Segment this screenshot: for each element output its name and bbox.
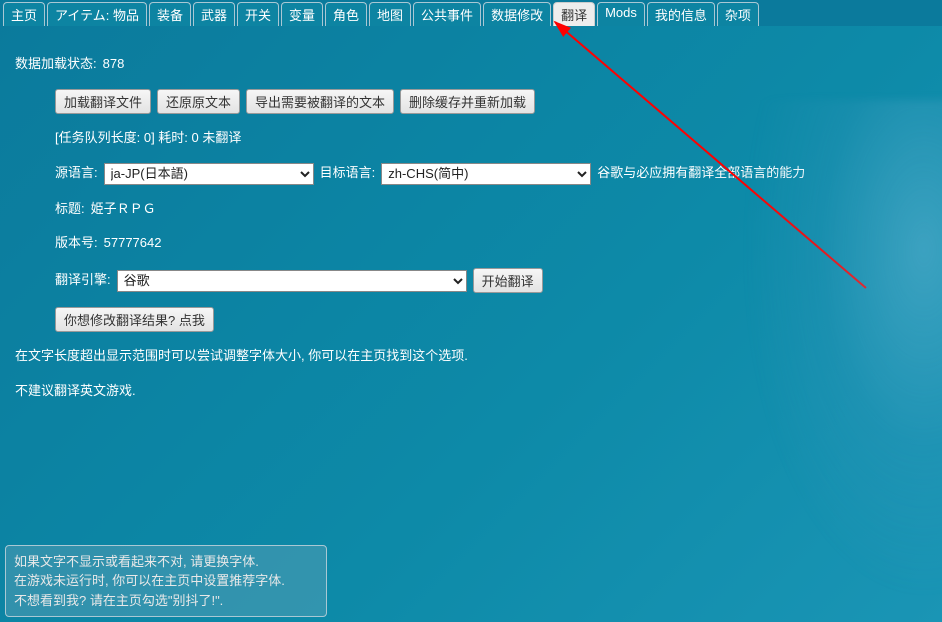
version-label: 版本号: xyxy=(55,233,98,254)
tgt-lang-select[interactable]: zh-CHS(简中) xyxy=(381,163,591,185)
tab-13[interactable]: 杂项 xyxy=(717,2,759,26)
queue-status: [任务队列长度: 0] 耗时: 0 未翻译 xyxy=(55,128,927,149)
src-lang-select[interactable]: ja-JP(日本語) xyxy=(104,163,314,185)
tgt-lang-label: 目标语言: xyxy=(320,163,376,184)
modify-result-button[interactable]: 你想修改翻译结果? 点我 xyxy=(55,307,214,332)
tab-0[interactable]: 主页 xyxy=(3,2,45,26)
queue-text: [任务队列长度: 0] 耗时: 0 未翻译 xyxy=(55,128,241,149)
footnote-line-2: 在游戏未运行时, 你可以在主页中设置推荐字体. xyxy=(14,571,318,591)
footnote-line-1: 如果文字不显示或看起来不对, 请更换字体. xyxy=(14,552,318,572)
tab-9[interactable]: 数据修改 xyxy=(483,2,551,26)
title-row: 标题: 姫子ＲＰＧ xyxy=(55,199,927,220)
engine-select[interactable]: 谷歌 xyxy=(117,270,467,292)
tab-11[interactable]: Mods xyxy=(597,2,645,26)
tab-3[interactable]: 武器 xyxy=(193,2,235,26)
tab-4[interactable]: 开关 xyxy=(237,2,279,26)
action-buttons-row: 加载翻译文件 还原原文本 导出需要被翻译的文本 删除缓存并重新加载 xyxy=(55,89,927,114)
tip-2: 不建议翻译英文游戏. xyxy=(15,381,927,402)
status-value: 878 xyxy=(103,54,125,75)
engine-label: 翻译引擎: xyxy=(55,270,111,291)
title-label: 标题: xyxy=(55,199,85,220)
tab-8[interactable]: 公共事件 xyxy=(413,2,481,26)
clear-cache-reload-button[interactable]: 删除缓存并重新加载 xyxy=(400,89,535,114)
main-content: 数据加载状态: 878 加载翻译文件 还原原文本 导出需要被翻译的文本 删除缓存… xyxy=(0,26,942,431)
tab-10[interactable]: 翻译 xyxy=(553,2,595,26)
src-lang-label: 源语言: xyxy=(55,163,98,184)
engine-row: 翻译引擎: 谷歌 开始翻译 xyxy=(55,268,927,293)
data-load-status: 数据加载状态: 878 xyxy=(15,54,927,75)
tip-1: 在文字长度超出显示范围时可以尝试调整字体大小, 你可以在主页找到这个选项. xyxy=(15,346,927,367)
version-row: 版本号: 57777642 xyxy=(55,233,927,254)
tab-2[interactable]: 装备 xyxy=(149,2,191,26)
tab-12[interactable]: 我的信息 xyxy=(647,2,715,26)
language-row: 源语言: ja-JP(日本語) 目标语言: zh-CHS(简中) 谷歌与必应拥有… xyxy=(55,163,927,185)
tab-6[interactable]: 角色 xyxy=(325,2,367,26)
modify-result-row: 你想修改翻译结果? 点我 xyxy=(55,307,927,332)
restore-original-button[interactable]: 还原原文本 xyxy=(157,89,240,114)
version-value: 57777642 xyxy=(104,233,162,254)
footnote-line-3: 不想看到我? 请在主页勾选"别抖了!". xyxy=(14,591,318,611)
footer-tip-box: 如果文字不显示或看起来不对, 请更换字体. 在游戏未运行时, 你可以在主页中设置… xyxy=(5,545,327,618)
tab-5[interactable]: 变量 xyxy=(281,2,323,26)
tab-1[interactable]: アイテム: 物品 xyxy=(47,2,147,26)
tab-bar: 主页アイテム: 物品装备武器开关变量角色地图公共事件数据修改翻译Mods我的信息… xyxy=(0,0,942,26)
tab-7[interactable]: 地图 xyxy=(369,2,411,26)
lang-note: 谷歌与必应拥有翻译全部语言的能力 xyxy=(597,163,805,184)
load-translation-file-button[interactable]: 加载翻译文件 xyxy=(55,89,151,114)
status-label: 数据加载状态: xyxy=(15,54,97,75)
export-untranslated-button[interactable]: 导出需要被翻译的文本 xyxy=(246,89,394,114)
title-value: 姫子ＲＰＧ xyxy=(91,199,156,220)
start-translate-button[interactable]: 开始翻译 xyxy=(473,268,543,293)
